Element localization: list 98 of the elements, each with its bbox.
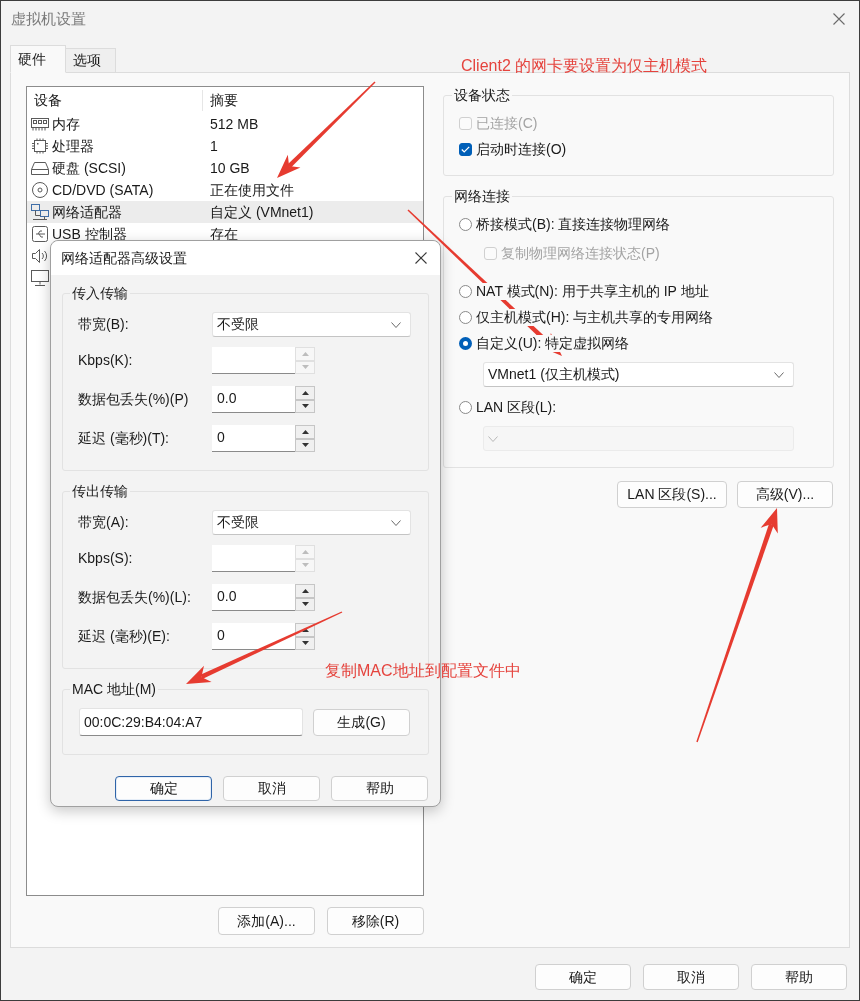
chevron-down-icon: [774, 371, 784, 378]
number-field[interactable]: [212, 545, 295, 572]
device-summary: 1: [209, 136, 218, 156]
radio-button[interactable]: [459, 284, 472, 298]
spin-up-button[interactable]: [295, 425, 315, 439]
network-action-button[interactable]: LAN 区段(S)...: [617, 481, 727, 508]
checkbox[interactable]: [459, 142, 472, 156]
group-title: 传入传输: [71, 284, 129, 302]
device-row[interactable]: 网络适配器 自定义 (VMnet1): [27, 201, 423, 223]
radio-button[interactable]: [459, 400, 472, 414]
tab[interactable]: 选项: [66, 48, 116, 73]
device-summary: 自定义 (VMnet1): [209, 202, 314, 222]
down-triangle-icon: [301, 443, 309, 448]
generate-button[interactable]: 生成(G): [313, 708, 410, 736]
disc-icon: [31, 182, 49, 198]
spin-up-button[interactable]: [295, 386, 315, 400]
chip-icon: [31, 138, 49, 154]
memory-icon: [31, 116, 49, 132]
column-header: 设备: [27, 89, 203, 111]
radio-label: 桥接模式(B): 直接连接物理网络: [476, 215, 671, 233]
down-triangle-icon: [301, 563, 309, 568]
number-field[interactable]: 0: [212, 623, 295, 650]
field-label: 延迟 (毫秒)(E):: [78, 627, 171, 646]
field-label: Kbps(S):: [78, 549, 134, 568]
chevron-down-icon: [391, 519, 401, 526]
number-field[interactable]: [212, 347, 295, 374]
dialog-button[interactable]: 帮助: [751, 964, 847, 990]
close-button[interactable]: [414, 251, 427, 265]
field-label: 带宽(B):: [78, 315, 130, 334]
radio-label: 自定义(U): 特定虚拟网络: [476, 334, 630, 352]
field-label: Kbps(K):: [78, 351, 134, 370]
down-triangle-icon: [301, 404, 309, 409]
device-name: CD/DVD (SATA): [52, 180, 154, 200]
dialog-button[interactable]: 取消: [223, 776, 320, 801]
window-title: 虚拟机设置: [11, 8, 86, 29]
radio-label: LAN 区段(L):: [476, 398, 557, 416]
device-summary: 512 MB: [209, 114, 259, 134]
dialog-button[interactable]: 确定: [535, 964, 631, 990]
dropdown[interactable]: VMnet1 (仅主机模式): [483, 362, 794, 387]
list-action-button[interactable]: 移除(R): [327, 907, 424, 935]
up-triangle-icon: [301, 549, 309, 554]
up-triangle-icon: [301, 588, 309, 593]
list-action-button[interactable]: 添加(A)...: [218, 907, 315, 935]
annotation-text: 复制MAC地址到配置文件中: [325, 661, 521, 681]
dialog-title: 网络适配器高级设置: [61, 248, 187, 268]
checkbox-label: 启动时连接(O): [476, 139, 567, 159]
group-title: MAC 地址(M): [71, 680, 157, 698]
monitor-icon: [31, 270, 49, 286]
down-triangle-icon: [301, 365, 309, 370]
network-action-button[interactable]: 高级(V)...: [737, 481, 833, 508]
close-icon: [833, 13, 845, 25]
chevron-down-icon: [391, 321, 401, 328]
radio-button[interactable]: [459, 336, 472, 350]
down-triangle-icon: [301, 641, 309, 646]
device-name: 网络适配器: [52, 202, 122, 222]
group-title: 传出传输: [71, 482, 129, 500]
annotation-text: Client2 的网卡要设置为仅主机模式: [461, 56, 708, 76]
number-field[interactable]: 0.0: [212, 386, 295, 413]
number-field[interactable]: 0.0: [212, 584, 295, 611]
column-header: 摘要: [209, 90, 238, 110]
field-label: 延迟 (毫秒)(T):: [78, 429, 170, 448]
dialog-button[interactable]: 确定: [115, 776, 212, 801]
hard-drive-icon: [31, 160, 49, 176]
up-triangle-icon: [301, 429, 309, 434]
checkbox-label: 已连接(C): [476, 113, 538, 133]
network-icon: [31, 204, 49, 220]
radio-label: 仅主机模式(H): 与主机共享的专用网络: [476, 308, 714, 326]
close-button[interactable]: [832, 12, 846, 26]
chevron-down-icon: [488, 435, 498, 442]
device-name: 内存: [52, 114, 80, 134]
usb-icon: [31, 226, 49, 242]
field-label: 数据包丢失(%)(L):: [78, 588, 192, 607]
tab[interactable]: 硬件: [10, 45, 66, 73]
dialog-button[interactable]: 帮助: [331, 776, 428, 801]
number-field[interactable]: 0: [212, 425, 295, 452]
field-label: 数据包丢失(%)(P): [78, 390, 190, 409]
group-title: 设备状态: [453, 86, 511, 104]
radio-button[interactable]: [459, 217, 472, 231]
radio-label: NAT 模式(N): 用于共享主机的 IP 地址: [476, 282, 709, 300]
up-triangle-icon: [301, 390, 309, 395]
radio-button[interactable]: [459, 310, 472, 324]
field-label: 带宽(A):: [78, 513, 130, 532]
device-summary: 10 GB: [209, 158, 250, 178]
close-icon: [414, 252, 427, 264]
spin-up-button[interactable]: [295, 584, 315, 598]
dropdown[interactable]: 不受限: [212, 510, 411, 535]
device-summary: 正在使用文件: [209, 180, 294, 200]
device-name: 处理器: [52, 136, 94, 156]
up-triangle-icon: [301, 351, 309, 356]
dropdown[interactable]: 不受限: [212, 312, 411, 337]
speaker-icon: [31, 248, 49, 264]
checkmark-icon: [461, 145, 470, 153]
dialog-button[interactable]: 取消: [643, 964, 739, 990]
group-title: 网络连接: [453, 187, 511, 205]
checkbox-label: 复制物理网络连接状态(P): [501, 243, 660, 263]
down-triangle-icon: [301, 602, 309, 607]
mac-address-field[interactable]: 00:0C:29:B4:04:A7: [79, 708, 303, 736]
device-name: 硬盘 (SCSI): [52, 158, 126, 178]
